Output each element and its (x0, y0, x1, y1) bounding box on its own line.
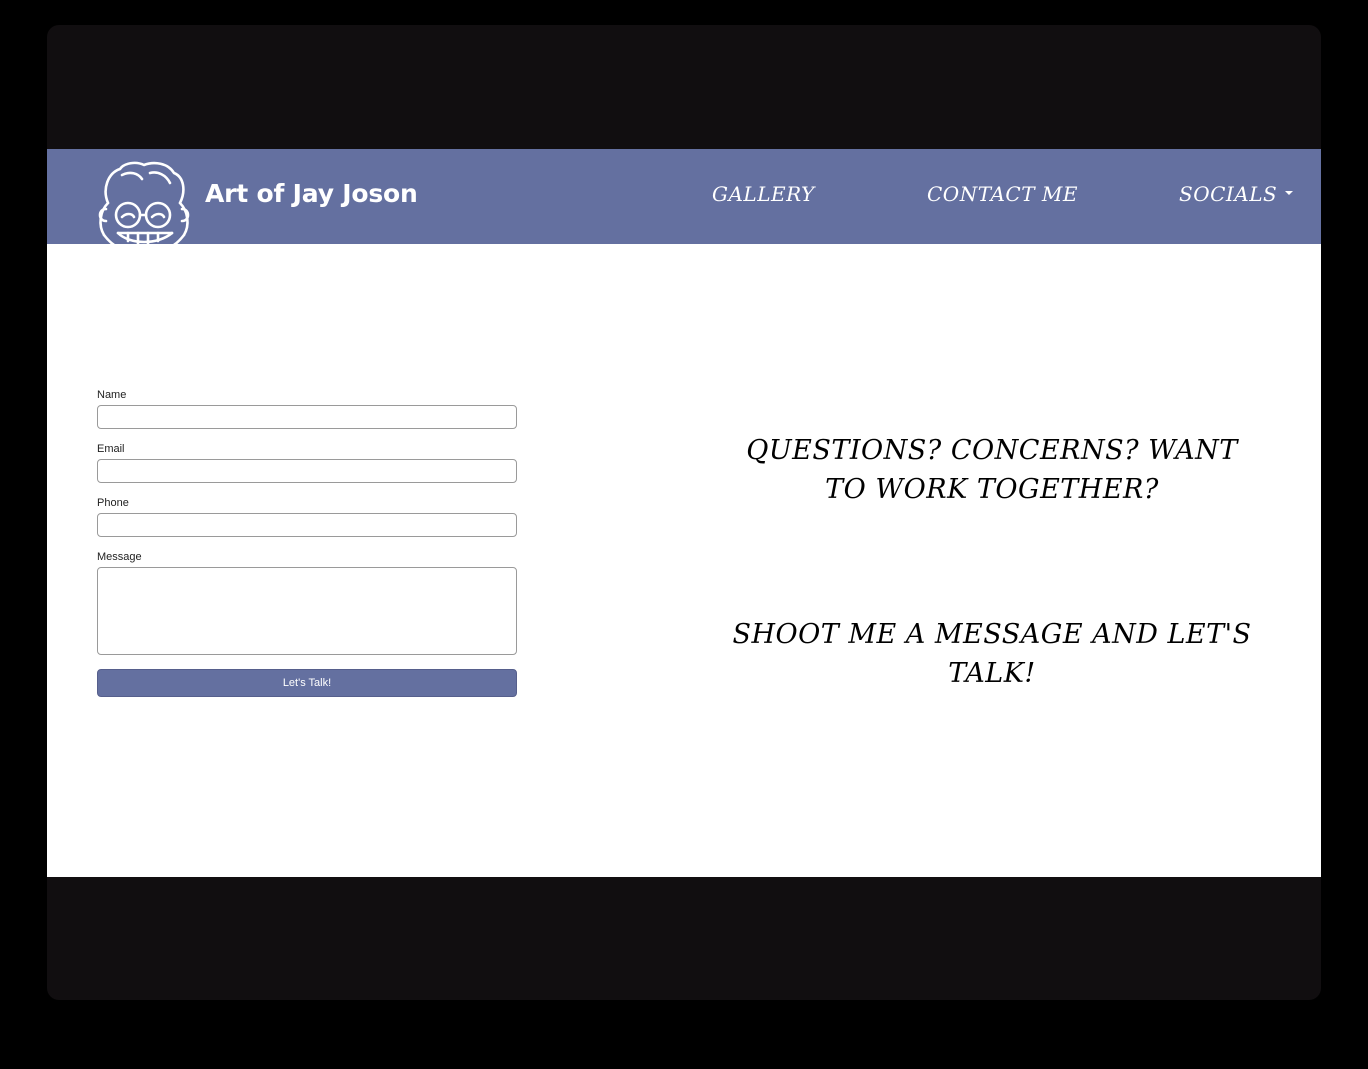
phone-field-group: Phone (97, 497, 517, 537)
phone-label: Phone (97, 497, 129, 509)
contact-form: Name Email Phone Message Let's Talk! (97, 389, 517, 697)
nav-socials-label: Socials (1179, 182, 1278, 206)
tagline-questions: Questions? Concerns? Want to work togeth… (746, 435, 1238, 505)
name-field-group: Name (97, 389, 517, 429)
name-input[interactable] (97, 405, 517, 429)
nav-dropdown-socials[interactable]: Socials (1179, 182, 1294, 206)
caricature-logo-icon[interactable] (96, 159, 194, 244)
phone-input[interactable] (97, 513, 517, 537)
message-field-group: Message (97, 551, 517, 655)
nav-link-gallery[interactable]: Gallery (712, 182, 815, 206)
name-label: Name (97, 389, 127, 401)
lets-talk-submit-button[interactable]: Let's Talk! (97, 669, 517, 697)
caret-down-icon (1285, 190, 1294, 195)
device-frame: Art of Jay Joson Gallery Contact Me Soci… (47, 25, 1321, 1000)
browser-viewport: Art of Jay Joson Gallery Contact Me Soci… (47, 149, 1321, 877)
site-brand-title[interactable]: Art of Jay Joson (205, 179, 418, 208)
navbar: Art of Jay Joson Gallery Contact Me Soci… (47, 149, 1321, 244)
email-field-group: Email (97, 443, 517, 483)
email-input[interactable] (97, 459, 517, 483)
nav-link-contact-me[interactable]: Contact Me (927, 182, 1078, 206)
message-label: Message (97, 551, 142, 563)
email-label: Email (97, 443, 125, 455)
message-textarea[interactable] (97, 567, 517, 655)
tagline-shoot-message: Shoot me a message and let's talk! (732, 619, 1252, 689)
